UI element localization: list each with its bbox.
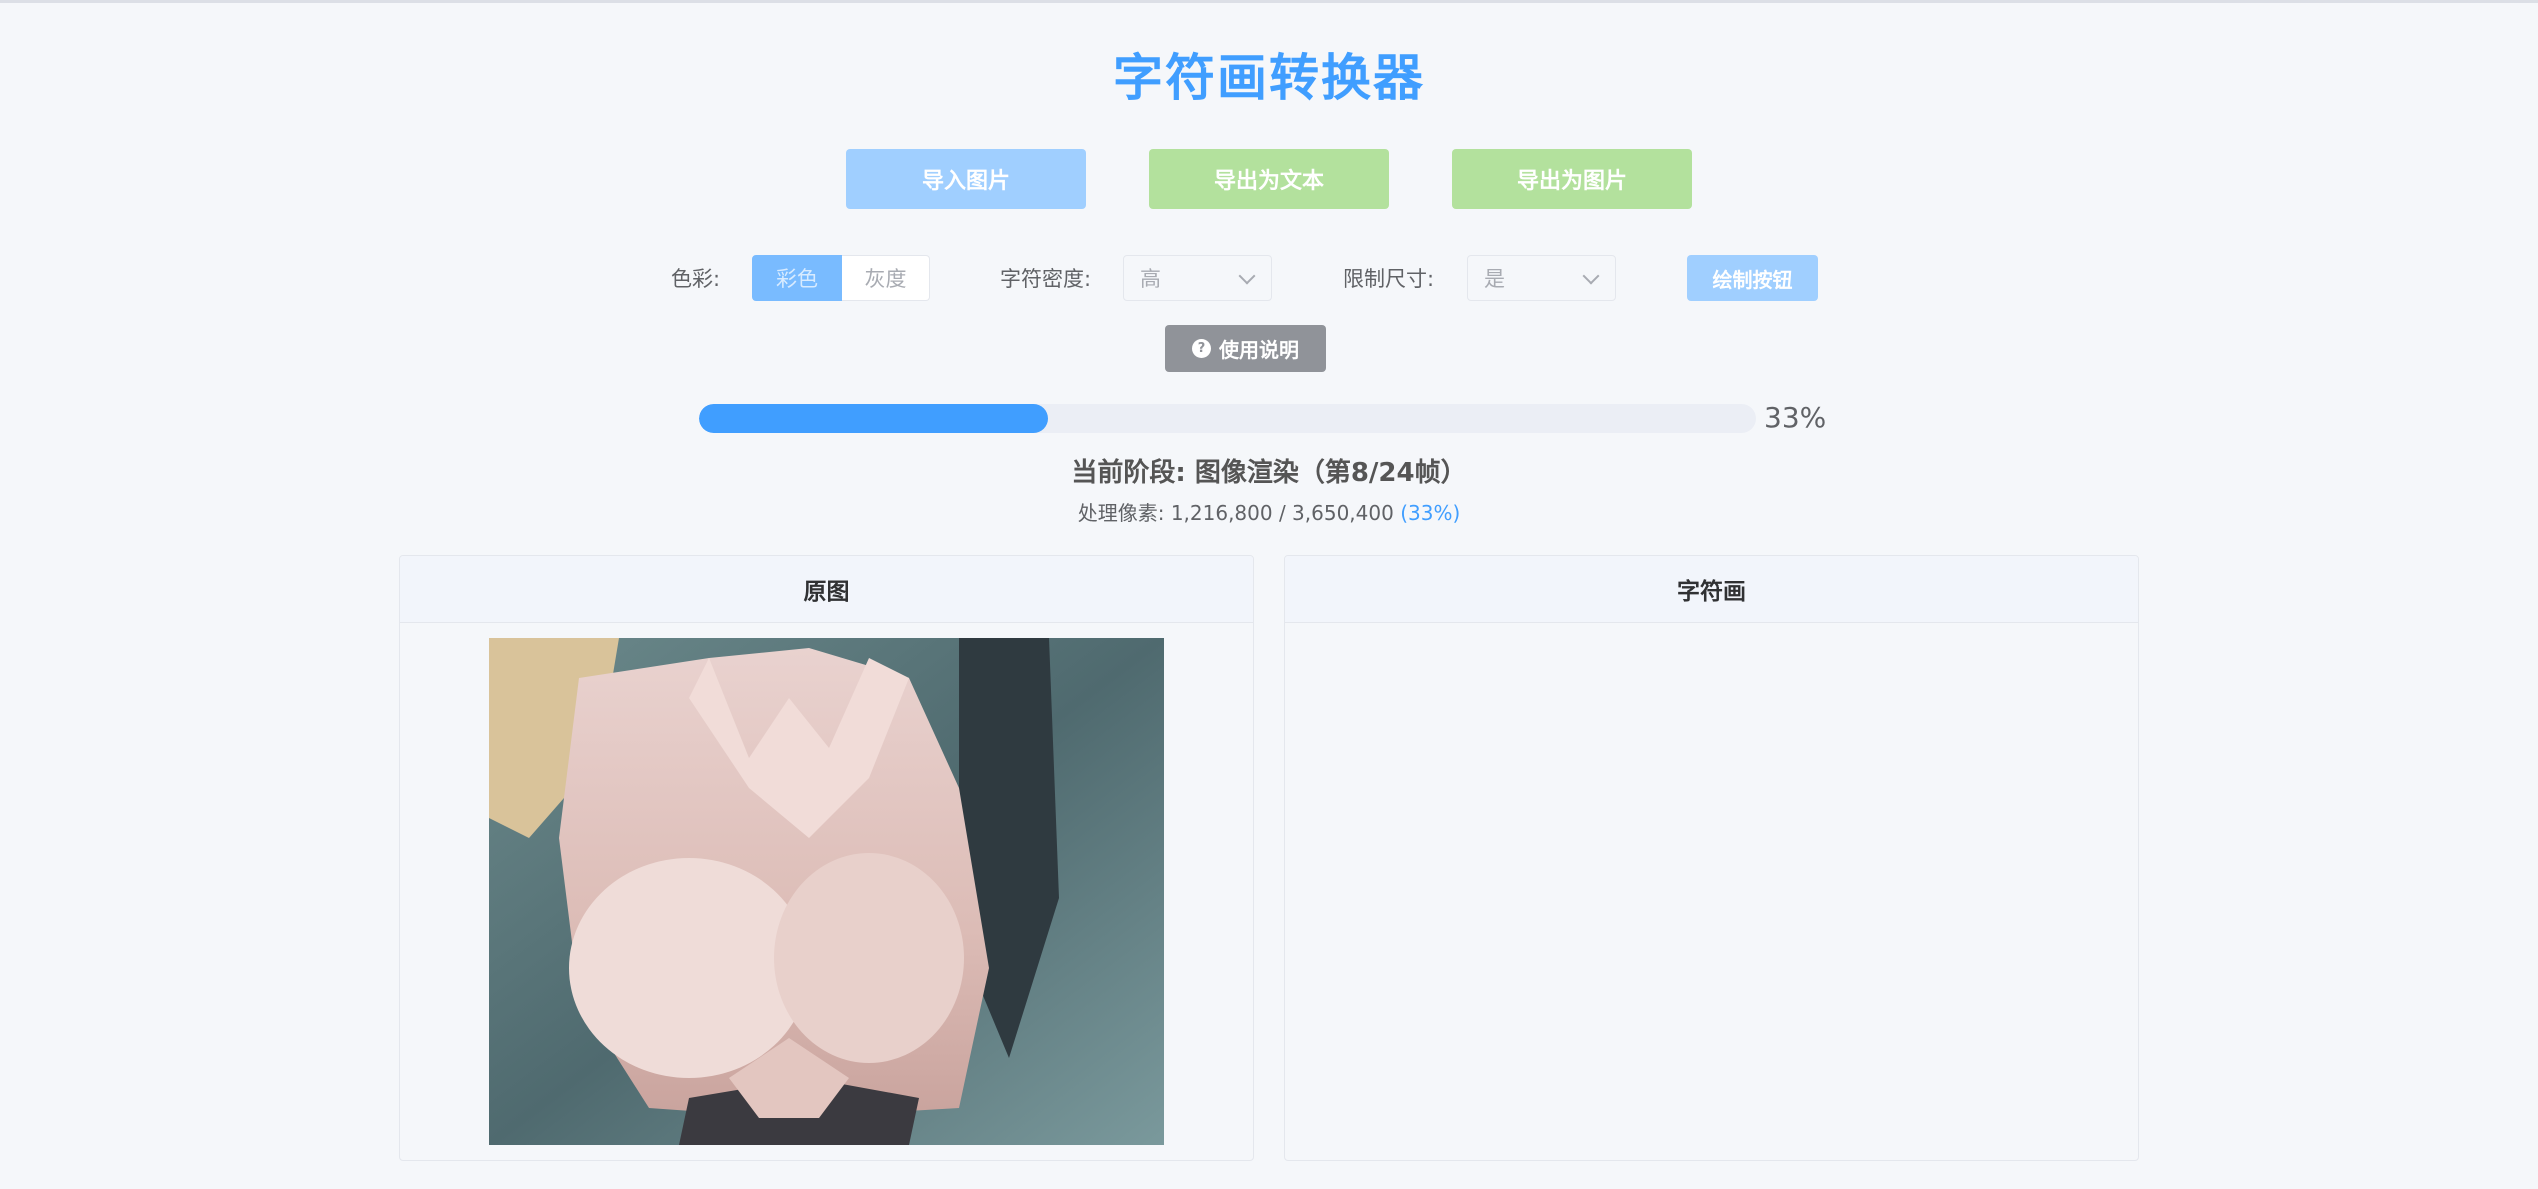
export-image-button[interactable]: 导出为图片 (1452, 149, 1692, 209)
help-button-label: 使用说明 (1219, 338, 1299, 362)
processed-pixels-text: 处理像素: 1,216,800 / 3,650,400 (1077, 501, 1394, 525)
color-mode-color-option[interactable]: 彩色 (752, 255, 842, 301)
export-text-button[interactable]: 导出为文本 (1149, 149, 1389, 209)
current-stage-text: 当前阶段: 图像渲染（第8/24帧） (1071, 458, 1467, 488)
draw-button[interactable]: 绘制按钮 (1687, 255, 1818, 301)
processed-pixels: 处理像素: 1,216,800 / 3,650,400 (33%) (0, 497, 2538, 526)
limit-size-value: 是 (1484, 267, 1505, 291)
original-panel-title: 原图 (400, 556, 1253, 623)
help-button[interactable]: ? 使用说明 (1165, 325, 1326, 372)
processed-pixels-percent: (33%) (1400, 501, 1461, 525)
original-image (489, 638, 1164, 1145)
density-value: 高 (1140, 267, 1161, 291)
color-label: 色彩: (671, 267, 721, 291)
progress-percent: 33% (1764, 401, 1827, 434)
ascii-art-panel: 字符画 (1284, 555, 2139, 1161)
limit-size-label: 限制尺寸: (1343, 267, 1435, 291)
chevron-down-icon (1238, 267, 1256, 285)
import-image-button[interactable]: 导入图片 (846, 149, 1086, 209)
density-select[interactable]: 高 (1123, 255, 1272, 301)
ascii-art-panel-title: 字符画 (1285, 556, 2138, 623)
progress-bar-fill (699, 404, 1048, 433)
question-circle-icon: ? (1192, 339, 1211, 358)
original-image-graphic (489, 638, 1164, 1145)
progress-bar (699, 404, 1756, 433)
page-title: 字符画转换器 (1113, 49, 1425, 107)
limit-size-select[interactable]: 是 (1467, 255, 1616, 301)
top-border (0, 0, 2538, 3)
density-label: 字符密度: (1000, 267, 1092, 291)
color-mode-gray-option[interactable]: 灰度 (842, 255, 930, 301)
original-panel: 原图 (399, 555, 1254, 1161)
chevron-down-icon (1582, 267, 1600, 285)
